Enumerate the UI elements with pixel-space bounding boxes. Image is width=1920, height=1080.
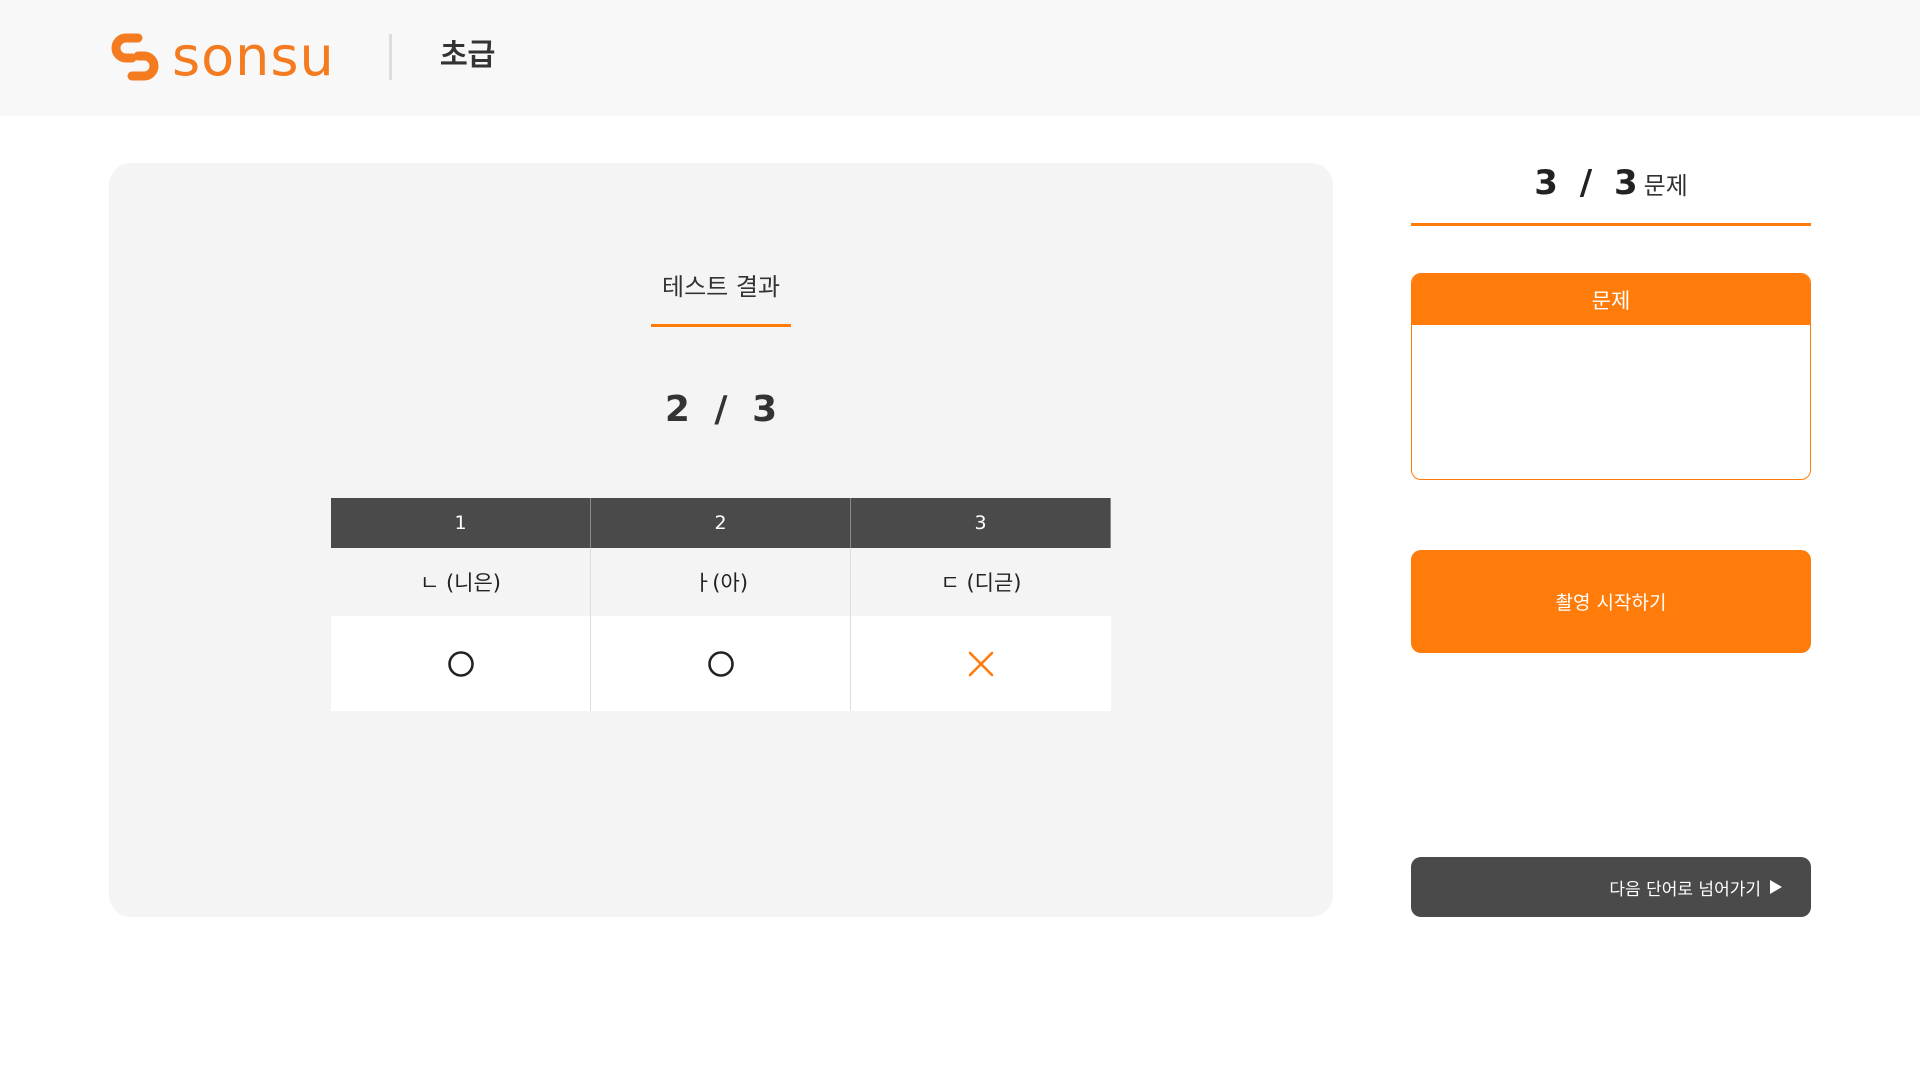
result-title: 테스트 결과 [661,273,781,301]
score-text: 2 / 3 [664,389,778,430]
table-header-cell: 1 [331,498,591,548]
question-header: 문제 [1412,274,1810,325]
progress-underline [1411,223,1811,226]
word-cell: ㄷ (디귿) [851,548,1111,616]
word-cell: ㅏ(아) [591,548,851,616]
table-header-cell: 3 [851,498,1111,548]
sonsu-logo-icon [111,33,159,81]
result-card: 테스트 결과 2 / 3 1 2 3 ㄴ (니은) ㅏ(아) ㄷ (디귿) [109,163,1333,917]
result-table: 1 2 3 ㄴ (니은) ㅏ(아) ㄷ (디귿) [331,498,1111,711]
start-recording-button[interactable]: 촬영 시작하기 [1411,550,1811,653]
next-word-label: 다음 단어로 넘어가기 [1609,879,1761,900]
next-word-button[interactable]: 다음 단어로 넘어가기 [1411,857,1811,917]
level-title: 초급 [440,38,496,73]
result-mark-cell [591,616,851,711]
logo-text: sonsu [172,25,335,88]
word-cell: ㄴ (니은) [331,548,591,616]
question-box: 문제 [1411,273,1811,480]
result-title-underline [651,324,791,327]
table-header-cell: 2 [591,498,851,548]
progress-count: 3 / 3 [1534,163,1638,203]
top-header: sonsu 초급 [0,0,1920,116]
header-divider [389,34,392,80]
play-arrow-icon [1770,880,1782,894]
result-mark-cell [851,616,1111,711]
result-mark-cell [331,616,591,711]
sonsu-logo[interactable]: sonsu [108,30,335,84]
circle-icon [707,650,734,677]
circle-icon [447,650,474,677]
question-progress: 3 / 3 문제 [1411,158,1811,214]
x-icon [968,651,994,676]
progress-unit: 문제 [1643,172,1688,200]
